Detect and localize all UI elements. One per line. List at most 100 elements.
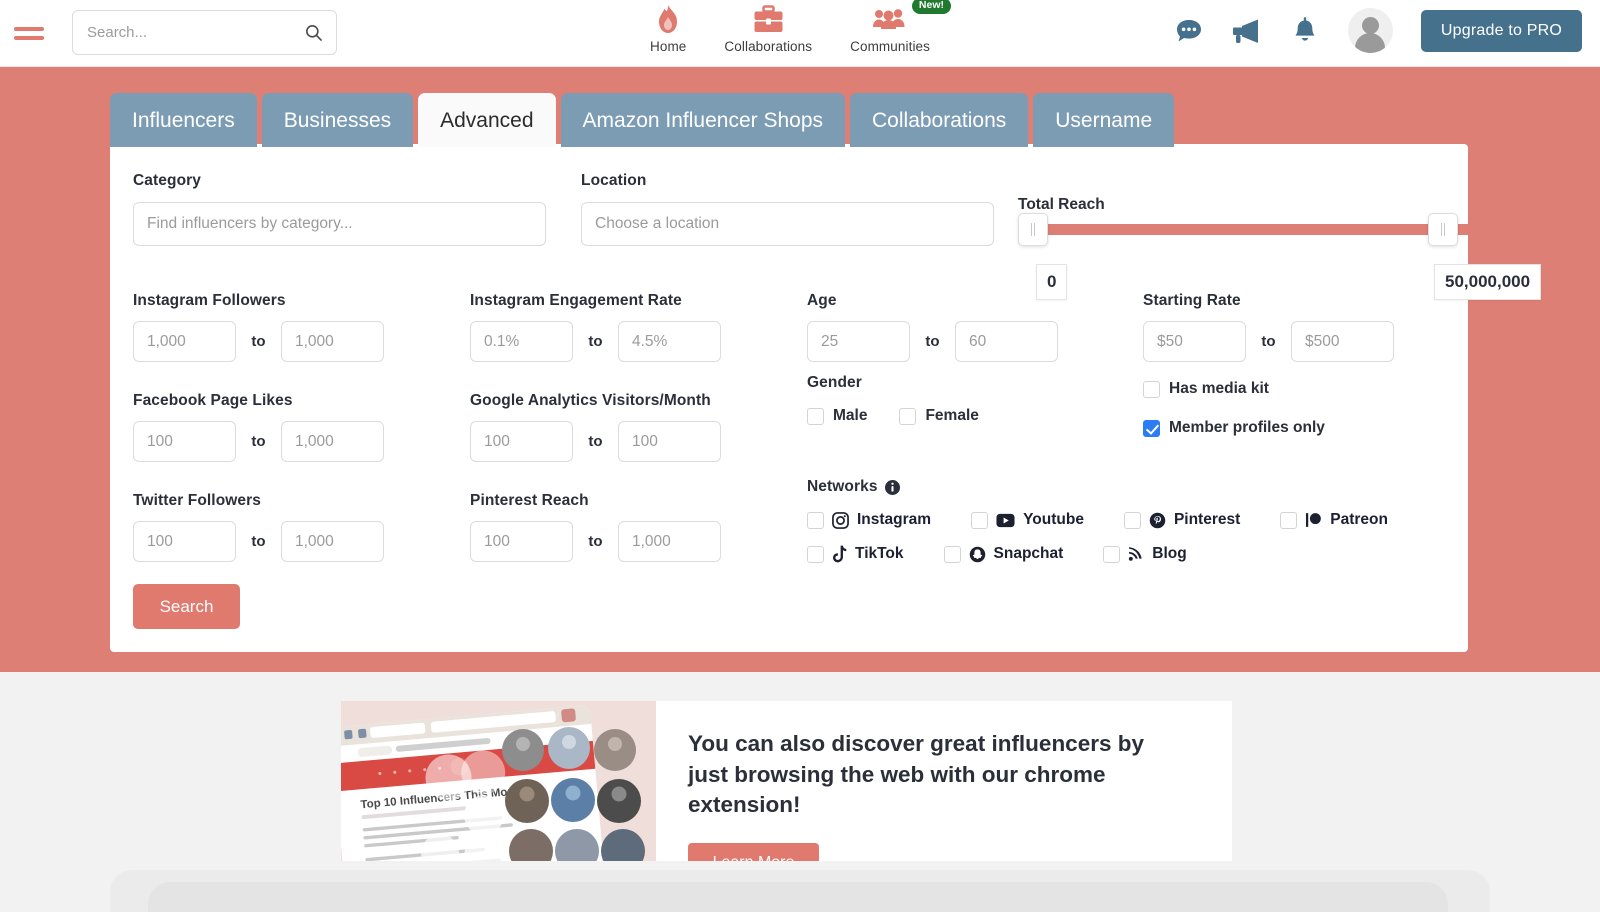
people-group-icon: [872, 4, 908, 34]
global-search-box[interactable]: [72, 10, 337, 55]
nav-item-home[interactable]: Home: [650, 4, 686, 54]
profile-flags-group: Has media kit Member profiles only: [1143, 380, 1325, 437]
nav-right-actions: Upgrade to PRO: [1174, 8, 1582, 53]
network-option-blog[interactable]: Blog: [1103, 545, 1187, 563]
placeholder-text: 100: [484, 432, 510, 450]
network-option-pinterest[interactable]: Pinterest: [1123, 511, 1240, 529]
has-media-kit-option[interactable]: Has media kit: [1143, 380, 1325, 398]
flame-icon: [655, 4, 681, 34]
primary-nav: Home Collaborations Communities New!: [650, 0, 952, 54]
network-option-youtube[interactable]: Youtube: [971, 511, 1084, 529]
nav-item-collaborations[interactable]: Collaborations: [724, 4, 812, 54]
option-label: Member profiles only: [1169, 419, 1325, 436]
pinterest-reach-min-input[interactable]: 100: [470, 521, 573, 562]
promo-illustration: Top 10 Influencers This Month: [341, 701, 656, 861]
checkbox[interactable]: [1103, 545, 1121, 563]
starting-rate-max-input[interactable]: $500: [1291, 321, 1394, 362]
checkbox[interactable]: [1123, 511, 1141, 529]
range-to-label: to: [251, 333, 266, 350]
network-label: Snapchat: [993, 545, 1064, 562]
page-bottom-card-2: [148, 882, 1448, 912]
search-icon[interactable]: [304, 23, 324, 43]
total-reach-min-value[interactable]: 0: [1036, 264, 1068, 300]
network-option-tiktok[interactable]: TikTok: [807, 545, 904, 563]
twitter-followers-max-input[interactable]: 1,000: [281, 521, 384, 562]
range-to-label: to: [588, 533, 603, 550]
total-reach-label: Total Reach: [1018, 196, 1105, 213]
tab-collaborations[interactable]: Collaborations: [850, 93, 1029, 147]
twitter-followers-min-input[interactable]: 100: [133, 521, 236, 562]
placeholder-text: 100: [147, 432, 173, 450]
total-reach-slider-group: Total Reach 0 50,000,000: [1018, 196, 1578, 300]
checkbox[interactable]: [1280, 511, 1298, 529]
bell-icon[interactable]: [1290, 16, 1320, 46]
starting-rate-min-input[interactable]: $50: [1143, 321, 1246, 362]
tab-amazon-influencer-shops[interactable]: Amazon Influencer Shops: [560, 93, 846, 147]
google-analytics-min-input[interactable]: 100: [470, 421, 573, 462]
instagram-engagement-rate-label: Instagram Engagement Rate: [470, 292, 682, 309]
total-reach-selected-range: [1032, 224, 1472, 235]
total-reach-max-handle[interactable]: [1428, 213, 1458, 246]
facebook-likes-max-input[interactable]: 1,000: [281, 421, 384, 462]
category-field-group: Category Find influencers by category...: [133, 172, 546, 246]
network-option-snapchat[interactable]: Snapchat: [943, 545, 1064, 563]
tab-influencers[interactable]: Influencers: [110, 93, 257, 147]
networks-group: Networks Instagram Youtube Pinterest Pat…: [807, 478, 1388, 563]
hamburger-icon[interactable]: [14, 26, 44, 40]
age-max-input[interactable]: 60: [955, 321, 1058, 362]
search-input[interactable]: [85, 23, 304, 42]
search-submit-button[interactable]: Search: [133, 584, 240, 629]
placeholder-text: 100: [632, 432, 658, 450]
pinterest-reach-max-input[interactable]: 1,000: [618, 521, 721, 562]
briefcase-icon: [753, 4, 784, 34]
facebook-likes-min-input[interactable]: 100: [133, 421, 236, 462]
checkbox[interactable]: [943, 545, 961, 563]
google-analytics-max-input[interactable]: 100: [618, 421, 721, 462]
category-label: Category: [133, 172, 201, 189]
total-reach-track[interactable]: 0 50,000,000: [1018, 213, 1542, 300]
checkbox[interactable]: [807, 407, 824, 425]
checkbox[interactable]: [807, 511, 824, 529]
browser-mockup-graphic: Top 10 Influencers This Month: [341, 701, 656, 861]
range-to-label: to: [925, 333, 940, 350]
user-avatar[interactable]: [1347, 8, 1393, 53]
network-option-instagram[interactable]: Instagram: [807, 511, 931, 529]
member-profiles-only-option[interactable]: Member profiles only: [1143, 419, 1325, 437]
info-circle-icon[interactable]: [884, 479, 900, 495]
placeholder-text: 1,000: [632, 532, 671, 550]
checkbox[interactable]: [1143, 380, 1160, 398]
location-input[interactable]: Choose a location: [581, 202, 994, 246]
rss-blog-icon: [1128, 546, 1144, 562]
learn-more-button[interactable]: Learn More: [688, 842, 819, 861]
category-input[interactable]: Find influencers by category...: [133, 202, 546, 246]
facebook-page-likes-label: Facebook Page Likes: [133, 392, 293, 409]
youtube-icon: [996, 513, 1015, 528]
total-reach-max-value[interactable]: 50,000,000: [1434, 264, 1542, 300]
placeholder-text: 1,000: [295, 532, 334, 550]
network-option-patreon[interactable]: Patreon: [1280, 511, 1388, 529]
upgrade-to-pro-button[interactable]: Upgrade to PRO: [1420, 9, 1582, 52]
total-reach-min-handle[interactable]: [1018, 213, 1048, 246]
instagram-engagement-max-input[interactable]: 4.5%: [618, 321, 721, 362]
checkbox[interactable]: [971, 511, 989, 529]
tab-username[interactable]: Username: [1033, 93, 1175, 147]
range-to-label: to: [588, 333, 603, 350]
network-label: Youtube: [1023, 511, 1084, 528]
age-min-input[interactable]: 25: [807, 321, 910, 362]
megaphone-icon[interactable]: [1232, 16, 1262, 46]
placeholder-text: $500: [1305, 332, 1340, 350]
instagram-engagement-min-input[interactable]: 0.1%: [470, 321, 573, 362]
instagram-followers-min-input[interactable]: 1,000: [133, 321, 236, 362]
chat-bubble-icon[interactable]: [1174, 16, 1204, 46]
nav-item-communities[interactable]: Communities New!: [850, 0, 952, 54]
gender-option-male[interactable]: Male: [807, 407, 867, 425]
checkbox[interactable]: [807, 545, 824, 563]
tab-businesses[interactable]: Businesses: [261, 93, 414, 147]
option-label: Female: [925, 407, 979, 424]
tab-advanced[interactable]: Advanced: [418, 93, 556, 147]
placeholder-text: 100: [484, 532, 510, 550]
checkbox[interactable]: [899, 407, 917, 425]
checkbox[interactable]: [1143, 419, 1160, 437]
instagram-followers-max-input[interactable]: 1,000: [281, 321, 384, 362]
gender-option-female[interactable]: Female: [899, 407, 979, 425]
